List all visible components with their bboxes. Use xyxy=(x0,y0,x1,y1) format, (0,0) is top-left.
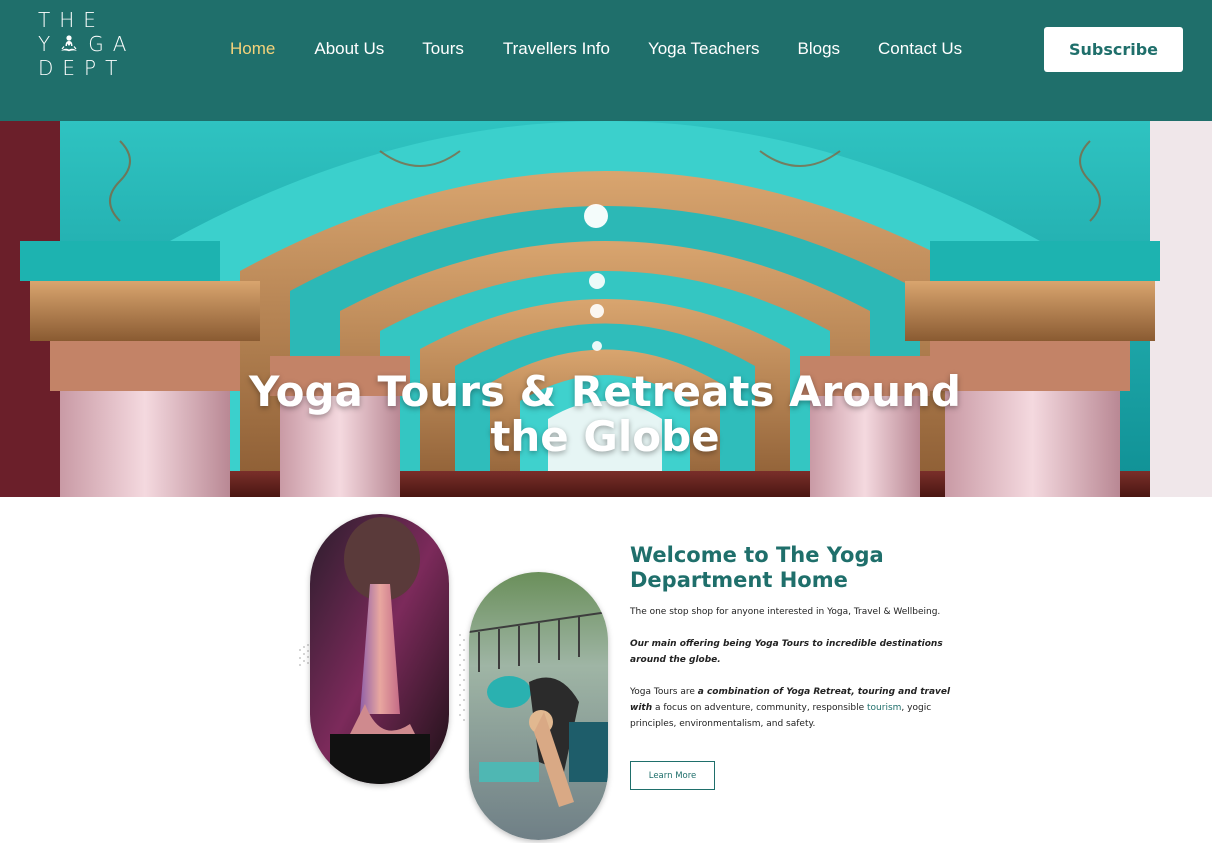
learn-more-button[interactable]: Learn More xyxy=(630,761,715,790)
site-header: THE Y GA DEPT Home About Us Tours Travel… xyxy=(0,0,1212,121)
hero-title-line-2: the Globe xyxy=(490,412,720,461)
tours-desc-part-c: a focus on adventure, community, respons… xyxy=(652,703,868,713)
hero-title: Yoga Tours & Retreats Around the Globe xyxy=(220,369,990,459)
logo-letters-ga: GA xyxy=(88,32,136,56)
logo-line-1: THE xyxy=(38,8,105,32)
meditating-figure-icon xyxy=(61,35,78,52)
nav-blogs[interactable]: Blogs xyxy=(798,38,841,62)
logo-line-2: Y GA xyxy=(38,32,126,56)
main-nav: Home About Us Tours Travellers Info Yoga… xyxy=(230,38,962,62)
prayer-hands-photo xyxy=(310,514,449,784)
offering-paragraph: Our main offering being Yoga Tours to in… xyxy=(630,639,943,665)
nav-travellers-info[interactable]: Travellers Info xyxy=(503,38,610,62)
intro-paragraph: The one stop shop for anyone interested … xyxy=(630,607,941,617)
tours-desc-part-a: Yoga Tours are xyxy=(630,687,698,697)
nav-about-us[interactable]: About Us xyxy=(314,38,384,62)
nav-contact-us[interactable]: Contact Us xyxy=(878,38,962,62)
hero-title-line-1: Yoga Tours & Retreats Around xyxy=(249,367,961,416)
hero-banner: Yoga Tours & Retreats Around the Globe xyxy=(0,121,1212,497)
group-yoga-class-photo xyxy=(469,572,608,840)
tours-description-paragraph: Yoga Tours are a combination of Yoga Ret… xyxy=(630,684,960,732)
nav-yoga-teachers[interactable]: Yoga Teachers xyxy=(648,38,760,62)
subscribe-button[interactable]: Subscribe xyxy=(1044,27,1183,72)
site-logo[interactable]: THE Y GA DEPT xyxy=(38,8,127,88)
tourism-link[interactable]: tourism xyxy=(867,703,901,713)
nav-home[interactable]: Home xyxy=(230,38,275,62)
logo-line-3: DEPT xyxy=(38,56,127,80)
welcome-heading: Welcome to The Yoga Department Home xyxy=(630,543,884,592)
logo-letter-y: Y xyxy=(38,32,60,56)
nav-tours[interactable]: Tours xyxy=(422,38,464,62)
